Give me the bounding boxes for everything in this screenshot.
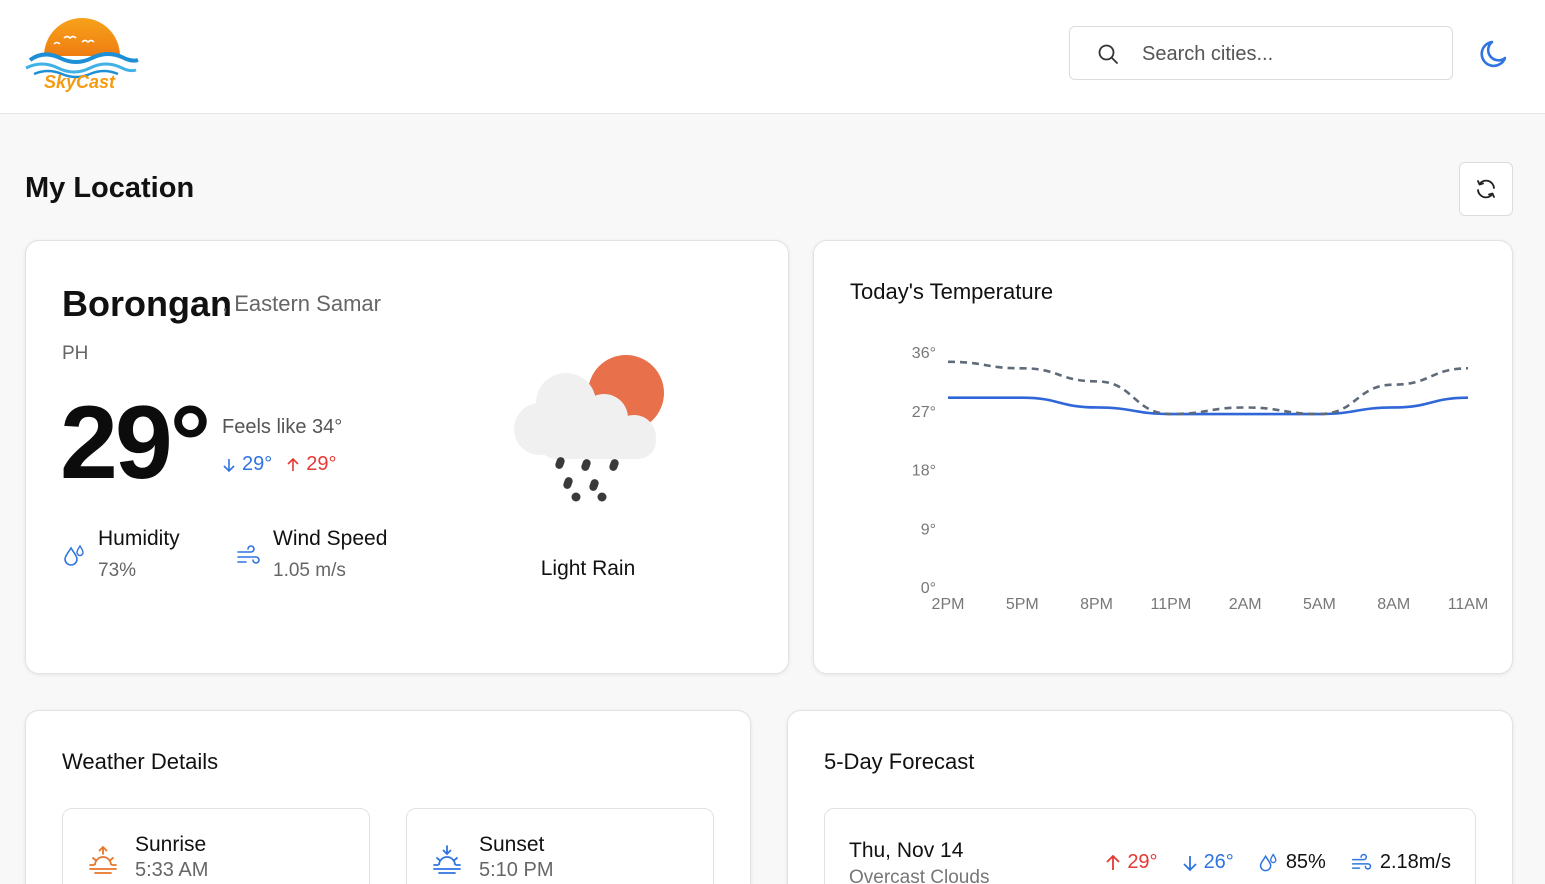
humidity-icon: [64, 544, 84, 566]
forecast-card: 5-Day Forecast Thu, Nov 14 Overcast Clou…: [787, 710, 1513, 884]
x-tick-label: 5PM: [1006, 596, 1039, 613]
forecast-stats: 29° 26° 85% 2.18m/s: [1105, 851, 1451, 874]
light-rain-icon: [514, 355, 664, 502]
min-temp-value: 29°: [242, 453, 273, 475]
forecast-date: Thu, Nov 14: [849, 839, 964, 862]
search-box[interactable]: [1069, 26, 1453, 80]
arrow-down-icon: [223, 458, 235, 472]
forecast-description: Overcast Clouds: [849, 867, 990, 884]
weather-details-card: Weather Details Sunrise 5:33 AM Sunset 5…: [25, 710, 751, 884]
min-temp: 29°: [222, 453, 272, 476]
x-tick-label: 8PM: [1080, 596, 1113, 613]
y-tick-label: 0°: [921, 580, 936, 597]
details-title: Weather Details: [62, 749, 219, 774]
temperature-series-line: [948, 396, 1469, 416]
sunrise-tile: Sunrise 5:33 AM: [62, 808, 370, 884]
humidity-icon: [1259, 852, 1277, 871]
arrow-up-icon: [1106, 854, 1120, 870]
feels-like-series-line: [947, 360, 1469, 416]
search-icon: [1098, 44, 1118, 64]
country-code: PH: [62, 343, 89, 364]
city-name: Borongan: [62, 283, 232, 324]
forecast-high: 29°: [1105, 851, 1158, 874]
forecast-wind: 2.18m/s: [1350, 851, 1451, 874]
sunset-label: Sunset: [479, 833, 545, 856]
refresh-icon: [1477, 179, 1495, 199]
x-tick-label: 11AM: [1448, 596, 1489, 613]
humidity-value: 73%: [98, 560, 137, 581]
max-temp: 29°: [286, 453, 337, 476]
weather-condition: Light Rain: [540, 557, 636, 580]
humidity-label: Humidity: [98, 527, 180, 550]
x-tick-label: 8AM: [1377, 596, 1410, 613]
y-tick-label: 27°: [912, 404, 936, 421]
sunset-tile: Sunset 5:10 PM: [406, 808, 714, 884]
sunrise-icon: [89, 845, 117, 874]
wind-icon: [1351, 853, 1372, 870]
forecast-wind-value: 2.18m/s: [1379, 851, 1451, 873]
forecast-title: 5-Day Forecast: [824, 749, 975, 774]
forecast-humidity: 85%: [1258, 851, 1326, 874]
current-weather-card: Borongan , Eastern Samar PH 29° Feels li…: [25, 240, 789, 674]
arrow-down-icon: [1182, 855, 1197, 871]
x-tick-label: 2PM: [932, 596, 965, 613]
forecast-high-value: 29°: [1127, 851, 1158, 873]
forecast-low-value: 26°: [1203, 851, 1234, 873]
skycast-logo[interactable]: SkyCast: [24, 12, 142, 96]
top-header: SkyCast: [0, 0, 1545, 114]
wind-icon: [237, 545, 260, 564]
sunset-value: 5:10 PM: [479, 859, 554, 881]
region-name: , Eastern Samar: [222, 291, 381, 316]
arrow-up-icon: [287, 457, 299, 471]
sunset-icon: [433, 845, 461, 874]
wind-value: 1.05 m/s: [273, 560, 346, 581]
forecast-low: 26°: [1182, 851, 1234, 874]
forecast-day-row[interactable]: Thu, Nov 14 Overcast Clouds 29° 26° 85% …: [824, 808, 1476, 884]
sunrise-label: Sunrise: [135, 833, 207, 856]
current-temperature: 29°: [60, 385, 211, 501]
dark-mode-toggle[interactable]: [1478, 37, 1512, 71]
sunrise-value: 5:33 AM: [135, 859, 209, 881]
max-temp-value: 29°: [306, 453, 337, 475]
wind-stat: Wind Speed 1.05 m/s: [273, 527, 387, 582]
refresh-button[interactable]: [1459, 162, 1513, 216]
y-tick-label: 18°: [912, 463, 936, 480]
search-input[interactable]: [1142, 41, 1432, 67]
logo-text: SkyCast: [44, 72, 116, 92]
y-tick-label: 36°: [912, 345, 936, 362]
y-tick-label: 9°: [921, 521, 936, 538]
wind-label: Wind Speed: [273, 527, 388, 550]
humidity-stat: Humidity 73%: [98, 527, 180, 582]
x-tick-label: 2AM: [1229, 596, 1262, 613]
x-tick-label: 11PM: [1151, 596, 1192, 613]
moon-icon: [1480, 40, 1507, 68]
x-tick-label: 5AM: [1303, 596, 1336, 613]
section-title: My Location: [25, 172, 195, 204]
temperature-chart-card: Today's Temperature 36° 27° 18° 9° 0° 2PM 5PM 8…: [813, 240, 1513, 674]
min-max-temperature: 29° 29°: [222, 453, 337, 476]
feels-like: Feels like 34°: [222, 416, 343, 438]
temperature-line-chart: 36° 27° 18° 9° 0°2PM 5PM 8PM 11PM 2AM 5AM 8AM 11AM: [912, 345, 1489, 613]
forecast-humidity-value: 85%: [1285, 851, 1326, 873]
